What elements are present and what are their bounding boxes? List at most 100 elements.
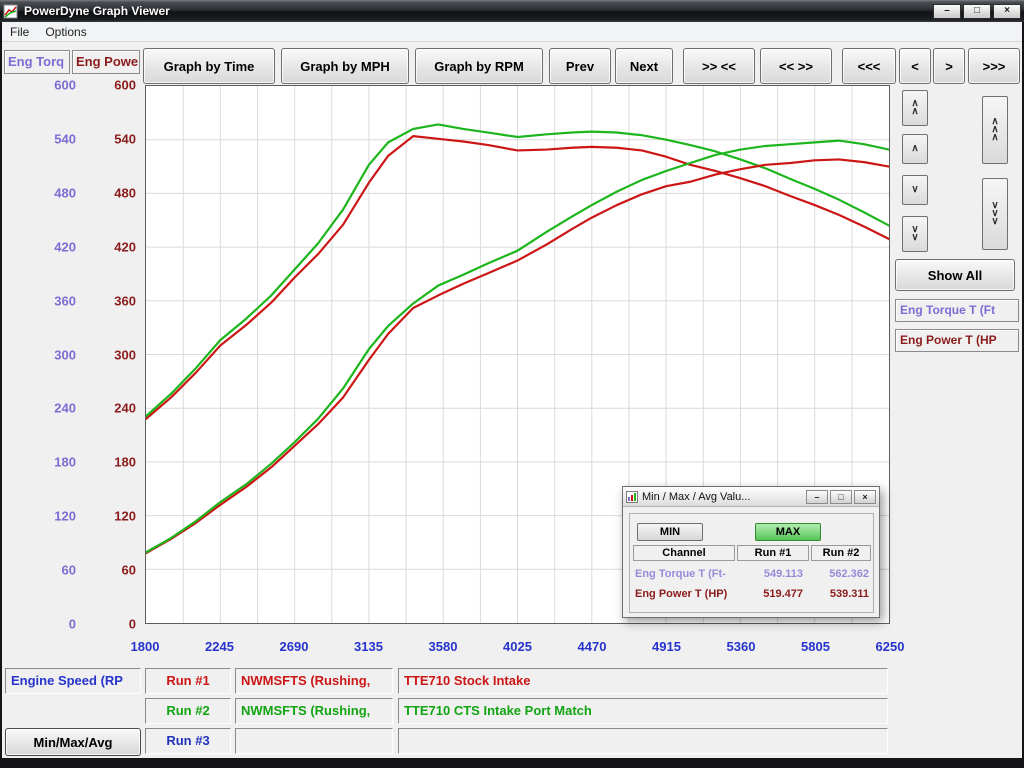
run1-source: NWMSFTS (Rushing, [235, 668, 393, 694]
graph-by-mph-button[interactable]: Graph by MPH [281, 48, 409, 84]
torque-axis-scroll-down-fast-button[interactable]: ∨∨ [902, 216, 928, 252]
xtick-label: 4470 [578, 639, 607, 654]
power-axis-scroll-down-button[interactable]: ∨∨∨ [982, 178, 1008, 250]
xtick-label: 3135 [354, 639, 383, 654]
scroll-right-button[interactable]: > [933, 48, 965, 84]
app-icon[interactable] [3, 4, 18, 19]
title-bar[interactable]: PowerDyne Graph Viewer – □ × [0, 0, 1024, 22]
x-channel-selector[interactable]: Engine Speed (RP [5, 668, 141, 694]
ytick-label: 600 [114, 78, 136, 93]
xtick-label: 3580 [429, 639, 458, 654]
minimize-button[interactable]: – [933, 4, 961, 19]
tab-eng-torque-axis[interactable]: Eng Torq [4, 50, 70, 74]
torque-axis-ticks: 060120180240300360420480540600 [40, 85, 76, 624]
close-icon: × [1004, 5, 1010, 16]
legend-eng-torque[interactable]: Eng Torque T (Ft [895, 299, 1019, 322]
ytick-label: 300 [114, 347, 136, 362]
torque-axis-scroll-down-button[interactable]: ∨ [902, 175, 928, 205]
minmax-window-title: Min / Max / Avg Valu... [642, 491, 804, 503]
close-button[interactable]: × [993, 4, 1021, 19]
zoom-out-button[interactable]: << >> [760, 48, 832, 84]
next-button[interactable]: Next [615, 48, 673, 84]
minimize-icon: – [814, 492, 819, 502]
ytick-label: 420 [114, 239, 136, 254]
ytick-label: 180 [54, 455, 76, 470]
max-toggle-button[interactable]: MAX [755, 523, 821, 541]
ytick-label: 420 [54, 239, 76, 254]
power-axis-ticks: 060120180240300360420480540600 [100, 85, 136, 624]
close-icon: × [862, 492, 867, 502]
minmax-title-bar[interactable]: Min / Max / Avg Valu... – □ × [623, 487, 879, 507]
ytick-label: 600 [54, 78, 76, 93]
torque-axis-scroll-up-button[interactable]: ∧ [902, 134, 928, 164]
minmax-minimize-button[interactable]: – [806, 490, 828, 504]
window-title: PowerDyne Graph Viewer [24, 4, 931, 18]
restore-icon: □ [838, 492, 843, 502]
run2-label[interactable]: Run #2 [145, 698, 231, 724]
ytick-label: 480 [54, 185, 76, 200]
xtick-label: 2690 [280, 639, 309, 654]
minmax-power-run1-value: 519.477 [735, 585, 803, 603]
ytick-label: 360 [114, 293, 136, 308]
client-area: Eng Torq Eng Powe Graph by Time Graph by… [2, 42, 1022, 758]
minmax-torque-run1-value: 549.113 [735, 565, 803, 583]
column-header-channel[interactable]: Channel [633, 545, 735, 561]
run3-description [398, 728, 888, 754]
xtick-label: 5805 [801, 639, 830, 654]
show-all-button[interactable]: Show All [895, 259, 1015, 291]
graph-by-rpm-button[interactable]: Graph by RPM [415, 48, 543, 84]
torque-axis-scroll-up-fast-button[interactable]: ∧∧ [902, 90, 928, 126]
ytick-label: 180 [114, 455, 136, 470]
xtick-label: 6250 [876, 639, 905, 654]
min-toggle-button[interactable]: MIN [637, 523, 703, 541]
ytick-label: 480 [114, 185, 136, 200]
xtick-label: 4915 [652, 639, 681, 654]
ytick-label: 540 [114, 131, 136, 146]
ytick-label: 0 [69, 617, 76, 632]
minmax-torque-run2-value: 562.362 [807, 565, 869, 583]
ytick-label: 360 [54, 293, 76, 308]
ytick-label: 120 [114, 509, 136, 524]
minimize-icon: – [944, 5, 950, 16]
double-chevron-down-icon: ∨∨ [911, 226, 918, 242]
ytick-label: 0 [129, 617, 136, 632]
column-header-run2[interactable]: Run #2 [811, 545, 871, 561]
xtick-label: 4025 [503, 639, 532, 654]
minmax-window: Min / Max / Avg Valu... – □ × MIN MAX Ch… [622, 486, 880, 618]
tab-eng-power-axis[interactable]: Eng Powe [72, 50, 140, 74]
run3-label[interactable]: Run #3 [145, 728, 231, 754]
minmax-restore-button[interactable]: □ [830, 490, 852, 504]
minmaxavg-button[interactable]: Min/Max/Avg [5, 728, 141, 756]
run1-description: TTE710 Stock Intake [398, 668, 888, 694]
legend-eng-power[interactable]: Eng Power T (HP [895, 329, 1019, 352]
menu-options[interactable]: Options [37, 23, 94, 41]
run1-label[interactable]: Run #1 [145, 668, 231, 694]
chevron-down-icon: ∨ [911, 186, 918, 194]
scroll-left-button[interactable]: < [899, 48, 931, 84]
scroll-far-left-button[interactable]: <<< [842, 48, 896, 84]
column-header-run1[interactable]: Run #1 [737, 545, 809, 561]
triple-chevron-down-icon: ∨∨∨ [991, 202, 998, 226]
prev-button[interactable]: Prev [549, 48, 611, 84]
maximize-button[interactable]: □ [963, 4, 991, 19]
scroll-far-right-button[interactable]: >>> [968, 48, 1020, 84]
menu-file[interactable]: File [2, 23, 37, 41]
ytick-label: 240 [114, 401, 136, 416]
triple-chevron-up-icon: ∧∧∧ [991, 118, 998, 142]
minmax-close-button[interactable]: × [854, 490, 876, 504]
chevron-up-icon: ∧ [911, 145, 918, 153]
minmax-power-run2-value: 539.311 [807, 585, 869, 603]
minmax-window-icon [626, 491, 638, 503]
ytick-label: 60 [62, 563, 76, 578]
run3-source [235, 728, 393, 754]
run2-source: NWMSFTS (Rushing, [235, 698, 393, 724]
power-axis-scroll-up-button[interactable]: ∧∧∧ [982, 96, 1008, 164]
xtick-label: 5360 [727, 639, 756, 654]
ytick-label: 540 [54, 131, 76, 146]
zoom-in-button[interactable]: >> << [683, 48, 755, 84]
double-chevron-up-icon: ∧∧ [911, 100, 918, 116]
rpm-axis-ticks: 1800224526903135358040254470491553605805… [145, 639, 890, 657]
maximize-icon: □ [974, 5, 980, 16]
graph-by-time-button[interactable]: Graph by Time [143, 48, 275, 84]
minmax-row-torque-channel: Eng Torque T (Ft- [635, 565, 733, 583]
